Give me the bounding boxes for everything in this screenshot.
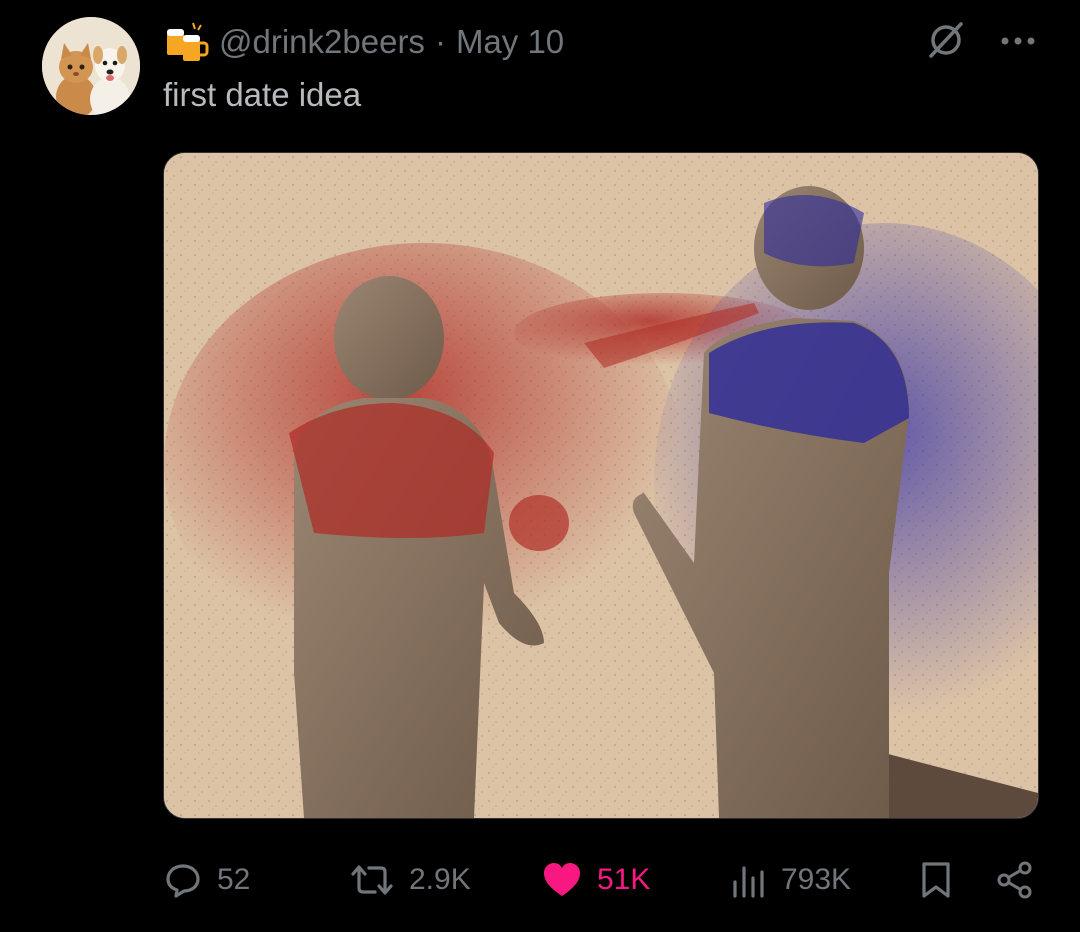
tweet-top-actions bbox=[926, 20, 1036, 65]
tweet-date[interactable]: May 10 bbox=[456, 23, 564, 61]
reply-icon bbox=[166, 864, 200, 898]
separator-dot: · bbox=[434, 23, 446, 60]
tweet-action-bar: 52 2.9K 51K 793K bbox=[163, 852, 1035, 908]
tweet-text: first date idea bbox=[163, 76, 362, 113]
share-icon bbox=[997, 861, 1032, 899]
views-button[interactable]: 793K bbox=[731, 852, 851, 908]
bookmark-icon bbox=[922, 862, 950, 898]
like-button[interactable]: 51K bbox=[541, 852, 650, 908]
view-count: 793K bbox=[781, 863, 852, 896]
tweet-header: @drink2beers · May 10 bbox=[163, 18, 564, 66]
beer-mugs-icon bbox=[167, 22, 209, 61]
grok-icon[interactable] bbox=[926, 20, 966, 65]
analytics-icon bbox=[733, 866, 764, 898]
more-icon[interactable] bbox=[1000, 34, 1036, 52]
retweet-count: 2.9K bbox=[409, 863, 471, 896]
media-illustration bbox=[164, 153, 1038, 818]
avatar[interactable] bbox=[42, 17, 140, 115]
retweet-icon bbox=[351, 865, 393, 895]
cat-and-dog-avatar-icon bbox=[42, 17, 140, 115]
share-button[interactable] bbox=[995, 852, 1035, 908]
user-handle[interactable]: @drink2beers bbox=[219, 23, 425, 61]
reply-count: 52 bbox=[217, 863, 251, 896]
like-count: 51K bbox=[597, 863, 651, 896]
heart-icon bbox=[544, 863, 580, 896]
tweet-media-image[interactable] bbox=[163, 152, 1039, 819]
reply-button[interactable]: 52 bbox=[163, 852, 250, 908]
bookmark-button[interactable] bbox=[919, 852, 953, 908]
retweet-button[interactable]: 2.9K bbox=[349, 852, 471, 908]
